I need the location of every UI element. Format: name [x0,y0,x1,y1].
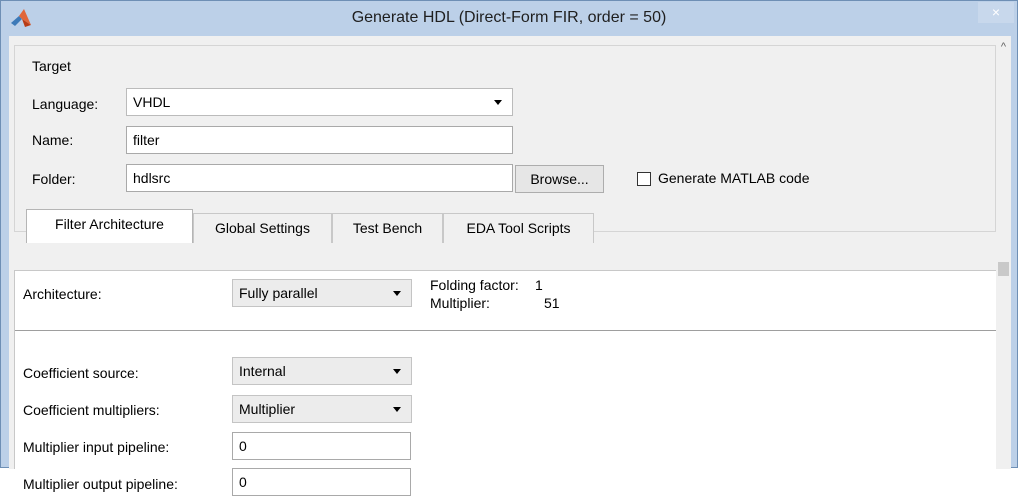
mult-input-pipeline-field[interactable] [232,432,411,460]
coefficient-multipliers-value: Multiplier [239,401,296,417]
mult-output-pipeline-input[interactable] [233,469,410,495]
mult-input-pipeline-input[interactable] [233,433,410,459]
folder-input[interactable] [127,165,512,191]
tab-filter-architecture[interactable]: Filter Architecture [26,209,193,243]
folding-factor-label: Folding factor: [430,277,519,293]
coefficient-multipliers-dropdown[interactable]: Multiplier [232,395,412,423]
scroll-up-icon[interactable]: ^ [996,38,1011,56]
folder-label: Folder: [32,171,76,187]
folder-field[interactable] [126,164,513,192]
mult-output-pipeline-field[interactable] [232,468,411,496]
window-title: Generate HDL (Direct-Form FIR, order = 5… [351,9,667,26]
generate-matlab-checkbox[interactable] [637,172,651,186]
architecture-dropdown[interactable]: Fully parallel [232,279,412,307]
vertical-scrollbar[interactable]: ^ [996,36,1011,469]
coefficient-multipliers-label: Coefficient multipliers: [23,402,160,418]
generate-hdl-dialog: Generate HDL (Direct-Form FIR, order = 5… [0,0,1018,496]
generate-matlab-label: Generate MATLAB code [658,170,810,186]
mult-input-pipeline-label: Multiplier input pipeline: [23,439,170,455]
target-panel: Target Language: VHDL Name: Folder: Brow… [14,45,996,232]
multiplier-value: 51 [544,295,560,311]
coefficient-source-label: Coefficient source: [23,365,139,381]
tab-eda-tool-scripts[interactable]: EDA Tool Scripts [443,213,594,243]
name-field[interactable] [126,126,513,154]
chevron-down-icon [494,100,502,105]
language-dropdown[interactable]: VHDL [126,88,513,116]
chevron-down-icon [393,407,401,412]
name-label: Name: [32,132,74,148]
mult-output-pipeline-label: Multiplier output pipeline: [23,476,178,492]
close-icon: × [991,4,1001,20]
language-label: Language: [32,96,99,112]
coefficient-source-dropdown[interactable]: Internal [232,357,412,385]
browse-button[interactable]: Browse... [515,165,604,193]
architecture-value: Fully parallel [239,285,318,301]
section-divider [15,330,997,331]
chevron-down-icon [393,369,401,374]
name-input[interactable] [127,127,512,153]
title-bar: Generate HDL (Direct-Form FIR, order = 5… [1,1,1017,36]
filter-architecture-panel: Architecture: Fully parallel Folding fac… [14,270,997,496]
multiplier-label: Multiplier: [430,295,490,311]
target-group-label: Target [32,58,71,74]
folding-factor-value: 1 [535,277,543,293]
scrollbar-thumb[interactable] [998,262,1009,276]
tab-test-bench[interactable]: Test Bench [332,213,443,243]
language-value: VHDL [133,94,171,110]
tab-global-settings[interactable]: Global Settings [193,213,332,243]
dialog-content: Target Language: VHDL Name: Folder: Brow… [9,36,1011,496]
close-button[interactable]: × [978,2,1014,23]
coefficient-source-value: Internal [239,363,286,379]
architecture-label: Architecture: [23,286,102,302]
chevron-down-icon [393,291,401,296]
